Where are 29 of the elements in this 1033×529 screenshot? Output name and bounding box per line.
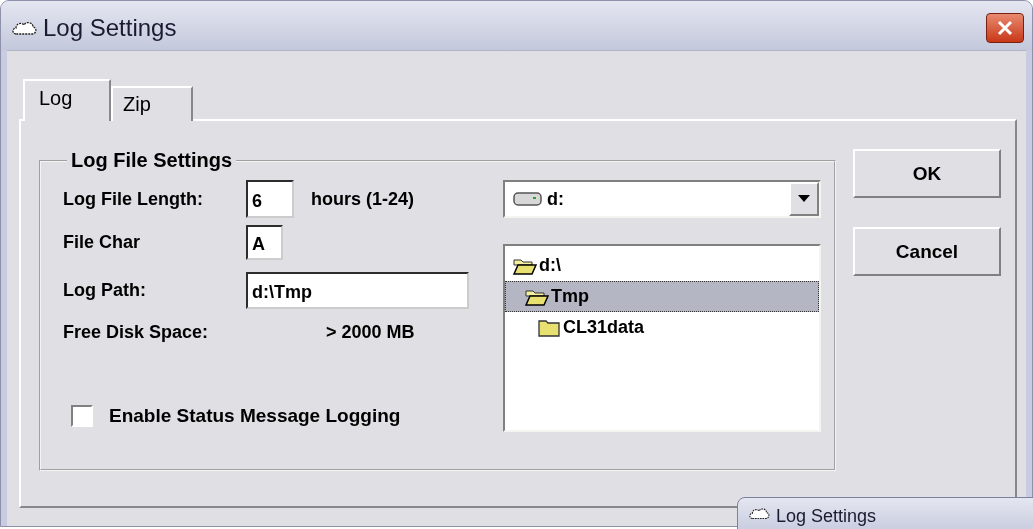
dialog-button[interactable]: Cancel [853, 227, 1001, 276]
folder-item[interactable]: Tmp [505, 281, 819, 312]
input-field[interactable]: d:\Tmp [246, 272, 469, 309]
folder-icon [536, 317, 562, 338]
unit-label: hours (1-24) [311, 188, 415, 210]
cloud-icon [748, 506, 770, 521]
input-field[interactable]: A [246, 225, 283, 260]
folder-item[interactable]: CL31data [505, 312, 819, 343]
checkbox[interactable] [71, 405, 93, 427]
folder-item[interactable]: d:\ [505, 250, 819, 281]
input-field[interactable]: 6 [246, 180, 294, 218]
checkbox-label: Enable Status Message Logging [109, 405, 401, 427]
field-label: File Char [63, 232, 142, 253]
disk-space-value: > 2000 MB [326, 321, 415, 343]
tab[interactable]: Log [23, 79, 111, 121]
close-icon [996, 18, 1014, 37]
field-label: Log Path: [63, 280, 147, 301]
caret-icon [798, 195, 810, 203]
drive-icon [513, 191, 543, 207]
field-label: Log File Length: [63, 188, 204, 210]
close-button[interactable] [986, 12, 1024, 43]
window-title: Log Settings [776, 506, 877, 526]
tab[interactable]: Zip [111, 86, 193, 121]
dialog-button[interactable]: OK [853, 149, 1001, 198]
window-title: Log Settings [43, 13, 178, 42]
group-title: Log File Settings [70, 149, 234, 172]
drive-dropdown[interactable]: d: [503, 180, 821, 218]
field-label: Free Disk Space: [63, 321, 210, 343]
dropdown-button[interactable] [789, 182, 819, 216]
